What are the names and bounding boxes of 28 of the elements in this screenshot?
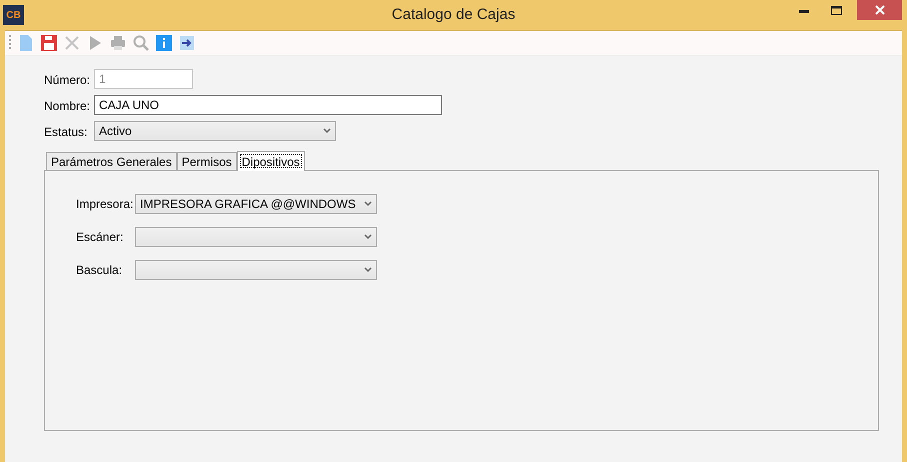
minimize-icon[interactable] xyxy=(799,10,809,12)
dropdown[interactable] xyxy=(135,260,377,280)
close-icon xyxy=(874,5,884,15)
field-label: Número: xyxy=(44,72,92,89)
text-field[interactable]: CAJA UNO xyxy=(94,94,442,114)
save-icon[interactable] xyxy=(40,34,58,52)
field-label: Nombre: xyxy=(44,98,92,115)
field-label: Bascula: xyxy=(76,262,124,279)
dropdown[interactable]: Activo xyxy=(94,120,336,140)
dropdown-caret-icon xyxy=(323,128,331,134)
close-button[interactable] xyxy=(857,0,902,20)
new-document-icon[interactable] xyxy=(17,34,35,52)
dropdown-caret-icon xyxy=(364,267,372,273)
info-icon[interactable] xyxy=(155,34,173,52)
app-logo: CB xyxy=(3,5,24,25)
tab[interactable]: Dipositivos xyxy=(236,151,305,171)
tab[interactable]: Parámetros Generales xyxy=(46,152,177,170)
window-title: Catalogo de Cajas xyxy=(392,4,516,25)
dropdown-caret-icon xyxy=(364,201,372,207)
maximize-icon[interactable] xyxy=(831,6,842,14)
toolbar-grip-icon xyxy=(9,34,12,52)
field-label: Estatus: xyxy=(44,124,88,141)
dropdown[interactable]: IMPRESORA GRAFICA @@WINDOWS xyxy=(135,194,377,214)
field-label: Impresora: xyxy=(76,196,134,213)
tab[interactable]: Permisos xyxy=(176,152,237,170)
dropdown[interactable] xyxy=(135,227,377,247)
dropdown-caret-icon xyxy=(364,234,372,240)
field-label: Escáner: xyxy=(76,229,124,246)
